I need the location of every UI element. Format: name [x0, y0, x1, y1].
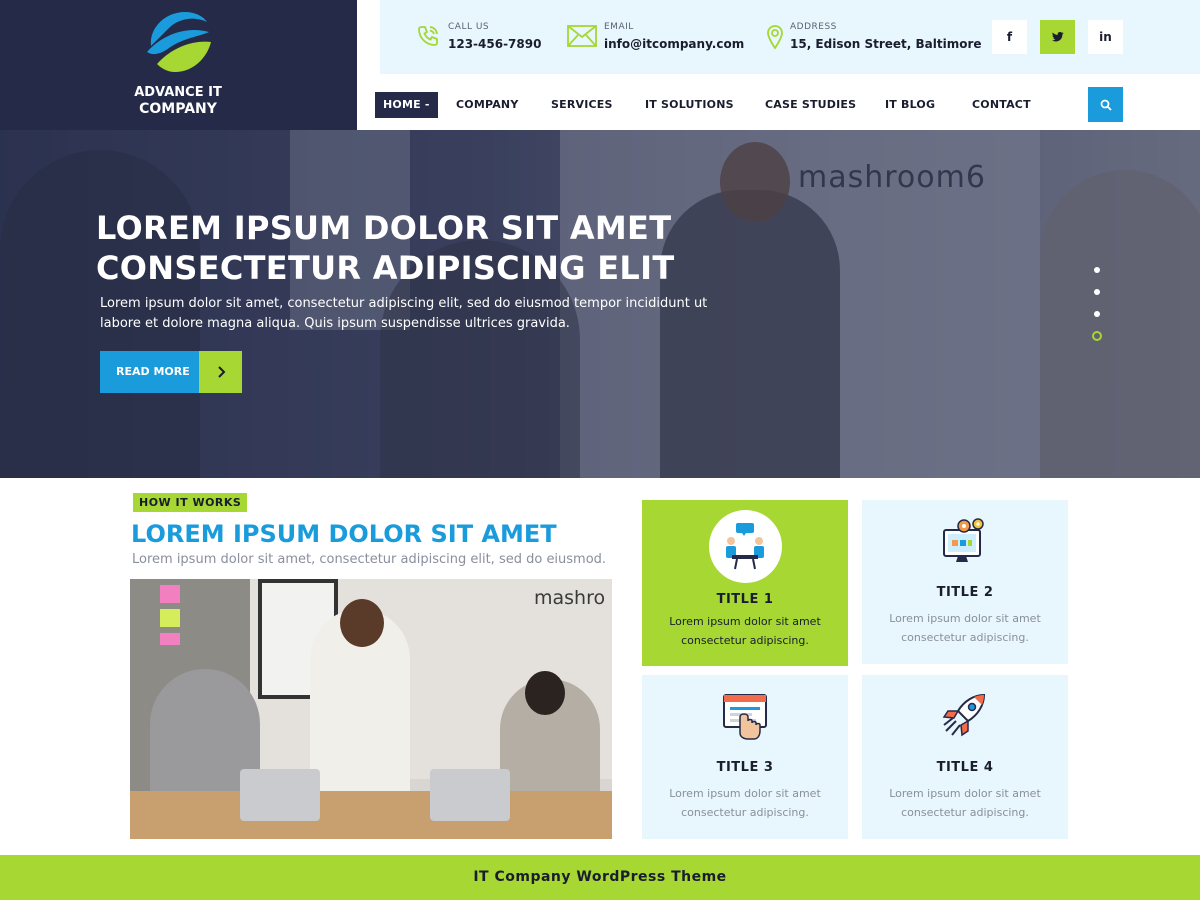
slider-dot-3[interactable] [1094, 311, 1100, 317]
feature-description-line2: consectetur adipiscing. [681, 806, 809, 819]
hero-title-line1: LOREM IPSUM DOLOR SIT AMET [96, 209, 672, 247]
logo-block[interactable]: ADVANCE IT COMPANY [0, 0, 357, 130]
search-button[interactable] [1088, 87, 1123, 122]
hero-description-line1: Lorem ipsum dolor sit amet, consectetur … [100, 296, 708, 311]
feature-title: TITLE 1 [716, 592, 774, 607]
feature-title: TITLE 3 [716, 760, 774, 775]
email-label: EMAIL [604, 22, 634, 32]
feature-description-line1: Lorem ipsum dolor sit amet [669, 615, 821, 628]
photo-laptop [240, 769, 320, 821]
contact-email[interactable]: EMAIL info@itcompany.com [566, 20, 744, 56]
twitter-icon [1051, 32, 1064, 42]
rocket-icon [942, 693, 986, 737]
contact-address[interactable]: ADDRESS 15, Edison Street, Baltimore [766, 20, 982, 56]
hero-title: LOREM IPSUM DOLOR SIT AMET CONSECTETUR A… [96, 208, 796, 288]
feature-description-line2: consectetur adipiscing. [901, 806, 1029, 819]
read-more-button[interactable]: READ MORE [100, 351, 199, 393]
feature-description-line2: consectetur adipiscing. [901, 631, 1029, 644]
photo-person [340, 599, 384, 647]
slider-dot-4[interactable] [1092, 331, 1102, 341]
section-title: LOREM IPSUM DOLOR SIT AMET [131, 520, 557, 548]
nav-item-home[interactable]: HOME - [375, 92, 438, 118]
call-value[interactable]: 123-456-7890 [448, 37, 541, 51]
feature-card-1[interactable]: TITLE 1 Lorem ipsum dolor sit amet conse… [642, 500, 848, 666]
read-more-arrow-button[interactable] [199, 351, 242, 393]
feature-description: Lorem ipsum dolor sit amet consectetur a… [872, 609, 1058, 647]
feature-card-2[interactable]: TITLE 2 Lorem ipsum dolor sit amet conse… [862, 500, 1068, 664]
feature-title: TITLE 4 [936, 760, 994, 775]
feature-description: Lorem ipsum dolor sit amet consectetur a… [652, 784, 838, 822]
feature-description: Lorem ipsum dolor sit amet consectetur a… [872, 784, 1058, 822]
monitor-gears-icon [943, 518, 984, 562]
linkedin-icon: in [1099, 30, 1112, 44]
feature-description-line1: Lorem ipsum dolor sit amet [889, 787, 1041, 800]
slider-dot-2[interactable] [1094, 289, 1100, 295]
team-meeting-photo: mashro [130, 579, 612, 839]
nav-item-company[interactable]: COMPANY [456, 92, 519, 118]
section-subtitle: Lorem ipsum dolor sit amet, consectetur … [132, 552, 607, 567]
dropdown-indicator-icon: - [420, 98, 430, 111]
footer: IT Company WordPress Theme [0, 855, 1200, 900]
nav-item-home-label: HOME [383, 98, 421, 111]
feature-card-3[interactable]: TITLE 3 Lorem ipsum dolor sit amet conse… [642, 675, 848, 839]
hero-description: Lorem ipsum dolor sit amet, consectetur … [100, 294, 720, 334]
hero-slider: mashroom6 LOREM IPSUM DOLOR SIT AMET CON… [0, 130, 1200, 478]
hero-title-line2: CONSECTETUR ADIPISCING ELIT [96, 249, 675, 287]
photo-person [525, 671, 565, 715]
call-label: CALL US [448, 22, 490, 32]
search-icon [1100, 99, 1112, 111]
photo-laptop [430, 769, 510, 821]
company-name: ADVANCE IT COMPANY [118, 84, 238, 118]
nav-item-it-solutions[interactable]: IT SOLUTIONS [645, 92, 734, 118]
slider-dot-1[interactable] [1094, 267, 1100, 273]
email-value[interactable]: info@itcompany.com [604, 37, 744, 51]
main-nav: HOME - COMPANY SERVICES IT SOLUTIONS CAS… [357, 74, 1200, 130]
address-label: ADDRESS [790, 22, 837, 32]
company-name-line2: COMPANY [139, 101, 217, 117]
feature-description-line2: consectetur adipiscing. [681, 634, 809, 647]
hero-description-line2: labore et dolore magna aliqua. Quis ipsu… [100, 316, 570, 331]
nav-item-services[interactable]: SERVICES [551, 92, 613, 118]
phone-icon [418, 26, 438, 46]
linkedin-button[interactable]: in [1088, 20, 1123, 54]
map-pin-icon [767, 25, 783, 50]
photo-sign: mashro [534, 587, 606, 609]
nav-item-case-studies[interactable]: CASE STUDIES [765, 92, 856, 118]
nav-item-it-blog[interactable]: IT BLOG [885, 92, 935, 118]
photo-table [130, 791, 612, 839]
feature-description: Lorem ipsum dolor sit amet consectetur a… [652, 612, 838, 650]
company-name-line1: ADVANCE IT [134, 85, 222, 100]
how-it-works-badge: HOW IT WORKS [133, 493, 248, 512]
address-value: 15, Edison Street, Baltimore [790, 37, 982, 51]
feature-title: TITLE 2 [936, 585, 994, 600]
feature-description-line1: Lorem ipsum dolor sit amet [889, 612, 1041, 625]
contact-call[interactable]: CALL US 123-456-7890 [416, 20, 556, 56]
facebook-button[interactable]: f [992, 20, 1027, 54]
contact-info-bar: CALL US 123-456-7890 EMAIL info@itcompan… [380, 0, 1200, 74]
facebook-icon: f [1006, 30, 1013, 44]
photo-sticky-notes [160, 585, 180, 645]
nav-item-contact[interactable]: CONTACT [972, 92, 1031, 118]
twitter-button[interactable] [1040, 20, 1075, 54]
meeting-icon [726, 523, 764, 570]
feature-description-line1: Lorem ipsum dolor sit amet [669, 787, 821, 800]
envelope-icon [567, 25, 597, 47]
click-browser-icon [723, 694, 767, 740]
chevron-right-icon [217, 366, 225, 378]
footer-text[interactable]: IT Company WordPress Theme [473, 869, 726, 885]
feature-card-4[interactable]: TITLE 4 Lorem ipsum dolor sit amet conse… [862, 675, 1068, 839]
logo-icon [147, 12, 211, 72]
